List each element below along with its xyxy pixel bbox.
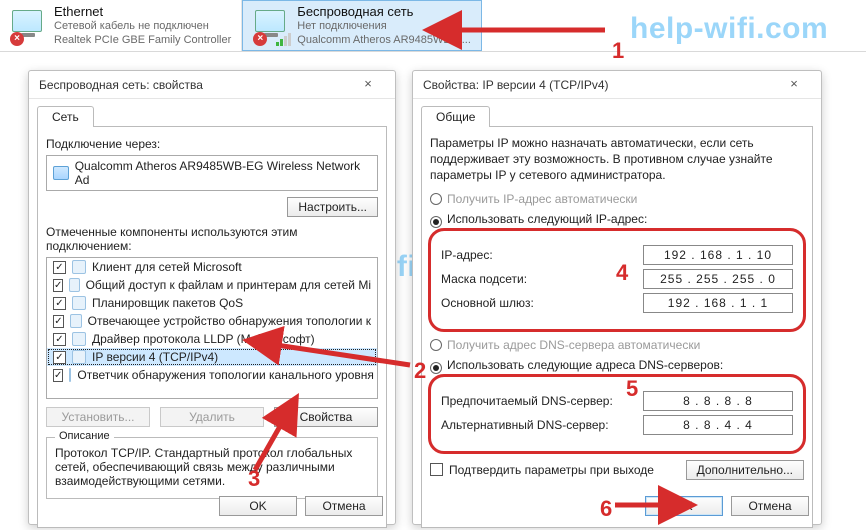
component-label: IP версии 4 (TCP/IPv4) xyxy=(92,350,218,364)
component-checkbox[interactable] xyxy=(53,315,64,328)
component-icon xyxy=(72,296,86,310)
component-icon xyxy=(69,368,71,382)
component-icon xyxy=(72,350,86,364)
component-item[interactable]: Клиент для сетей Microsoft xyxy=(47,258,377,276)
adapter-ethernet[interactable]: × Ethernet Сетевой кабель не подключен R… xyxy=(0,0,242,51)
component-checkbox[interactable] xyxy=(53,369,63,382)
adapter-title: Беспроводная сеть xyxy=(297,4,471,20)
component-label: Клиент для сетей Microsoft xyxy=(92,260,242,274)
install-button[interactable]: Установить... xyxy=(46,407,150,427)
annotation-6: 6 xyxy=(600,498,612,520)
component-item[interactable]: Отвечающее устройство обнаружения тополо… xyxy=(47,312,377,330)
component-item[interactable]: Ответчик обнаружения топологии канальног… xyxy=(47,366,377,384)
dns1-input[interactable]: 8 . 8 . 8 . 8 xyxy=(643,391,793,411)
component-checkbox[interactable] xyxy=(53,297,66,310)
adapter-driver: Qualcomm Atheros AR9485WB-E... xyxy=(297,34,471,48)
adapter-name: Qualcomm Atheros AR9485WB-EG Wireless Ne… xyxy=(75,159,371,187)
annotation-4: 4 xyxy=(616,262,628,284)
mask-input[interactable]: 255 . 255 . 255 . 0 xyxy=(643,269,793,289)
annotation-2: 2 xyxy=(414,360,426,382)
component-icon xyxy=(72,332,86,346)
ok-button[interactable]: OK xyxy=(645,496,723,516)
component-icon xyxy=(72,260,86,274)
radio-auto-dns-label: Получить адрес DNS-сервера автоматически xyxy=(447,338,700,352)
adapter-wifi[interactable]: × Беспроводная сеть Нет подключения Qual… xyxy=(242,0,482,51)
component-label: Отвечающее устройство обнаружения тополо… xyxy=(88,314,371,328)
close-icon[interactable]: × xyxy=(351,75,385,95)
dialog-title: Беспроводная сеть: свойства xyxy=(39,71,203,99)
adapter-status: Сетевой кабель не подключен xyxy=(54,20,231,34)
ip-label: IP-адрес: xyxy=(441,248,635,262)
adapter-title: Ethernet xyxy=(54,4,231,20)
annotation-3: 3 xyxy=(248,468,260,490)
radio-auto-dns[interactable] xyxy=(430,339,442,351)
validate-label: Подтвердить параметры при выходе xyxy=(449,463,654,477)
adapter-field: Qualcomm Atheros AR9485WB-EG Wireless Ne… xyxy=(46,155,378,191)
connect-via-label: Подключение через: xyxy=(46,137,378,151)
tab-general[interactable]: Общие xyxy=(421,106,490,127)
dns1-label: Предпочитаемый DNS-сервер: xyxy=(441,394,635,408)
component-checkbox[interactable] xyxy=(53,333,66,346)
adapter-driver: Realtek PCIe GBE Family Controller xyxy=(54,34,231,48)
ipv4-properties-dialog: Свойства: IP версии 4 (TCP/IPv4) × Общие… xyxy=(412,70,822,525)
component-label: Ответчик обнаружения топологии канальног… xyxy=(77,368,374,382)
cancel-button[interactable]: Отмена xyxy=(305,496,383,516)
advanced-button[interactable]: Дополнительно... xyxy=(686,460,804,480)
component-label: Драйвер протокола LLDP (Майкрософт) xyxy=(92,332,315,346)
component-item[interactable]: Планировщик пакетов QoS xyxy=(47,294,377,312)
component-icon xyxy=(69,278,79,292)
annotation-1: 1 xyxy=(612,40,624,62)
cancel-button[interactable]: Отмена xyxy=(731,496,809,516)
description-title: Описание xyxy=(55,430,114,442)
ethernet-icon: × xyxy=(10,8,46,44)
annotation-5: 5 xyxy=(626,378,638,400)
tab-network[interactable]: Сеть xyxy=(37,106,94,127)
dns-fields-group: Предпочитаемый DNS-сервер: 8 . 8 . 8 . 8… xyxy=(430,376,804,452)
component-checkbox[interactable] xyxy=(53,351,66,364)
component-checkbox[interactable] xyxy=(53,279,63,292)
radio-auto-ip-label: Получить IP-адрес автоматически xyxy=(447,192,637,206)
ip-input[interactable]: 192 . 168 . 1 . 10 xyxy=(643,245,793,265)
component-item[interactable]: Драйвер протокола LLDP (Майкрософт) xyxy=(47,330,377,348)
component-item[interactable]: Общий доступ к файлам и принтерам для се… xyxy=(47,276,377,294)
gateway-label: Основной шлюз: xyxy=(441,296,635,310)
radio-manual-dns-label: Использовать следующие адреса DNS-сервер… xyxy=(447,358,723,372)
configure-button[interactable]: Настроить... xyxy=(287,197,378,217)
radio-manual-dns[interactable] xyxy=(430,362,442,374)
remove-button[interactable]: Удалить xyxy=(160,407,264,427)
radio-manual-ip[interactable] xyxy=(430,216,442,228)
ok-button[interactable]: OK xyxy=(219,496,297,516)
nic-icon xyxy=(53,166,69,180)
dns2-input[interactable]: 8 . 8 . 4 . 4 xyxy=(643,415,793,435)
connection-properties-dialog: Беспроводная сеть: свойства × Сеть Подкл… xyxy=(28,70,396,525)
ipv4-info: Параметры IP можно назначать автоматичес… xyxy=(430,135,804,184)
network-adapters-bar: × Ethernet Сетевой кабель не подключен R… xyxy=(0,0,866,52)
adapter-status: Нет подключения xyxy=(297,20,471,34)
components-list[interactable]: Клиент для сетей Microsoft Общий доступ к… xyxy=(46,257,378,399)
dialog-title: Свойства: IP версии 4 (TCP/IPv4) xyxy=(423,71,609,99)
properties-button[interactable]: Свойства xyxy=(274,407,378,427)
close-icon[interactable]: × xyxy=(777,75,811,95)
component-checkbox[interactable] xyxy=(53,261,66,274)
validate-checkbox[interactable] xyxy=(430,463,443,476)
radio-manual-ip-label: Использовать следующий IP-адрес: xyxy=(447,212,647,226)
component-item[interactable]: IP версии 4 (TCP/IPv4) xyxy=(47,348,377,366)
radio-auto-ip[interactable] xyxy=(430,193,442,205)
wifi-icon: × xyxy=(253,8,289,44)
gateway-input[interactable]: 192 . 168 . 1 . 1 xyxy=(643,293,793,313)
description-text: Протокол TCP/IP. Стандартный протокол гл… xyxy=(55,446,369,488)
component-icon xyxy=(70,314,82,328)
component-label: Планировщик пакетов QoS xyxy=(92,296,243,310)
component-label: Общий доступ к файлам и принтерам для се… xyxy=(86,278,371,292)
dns2-label: Альтернативный DNS-сервер: xyxy=(441,418,635,432)
description-box: Описание Протокол TCP/IP. Стандартный пр… xyxy=(46,437,378,499)
mask-label: Маска подсети: xyxy=(441,272,635,286)
components-label: Отмеченные компоненты используются этим … xyxy=(46,225,378,253)
